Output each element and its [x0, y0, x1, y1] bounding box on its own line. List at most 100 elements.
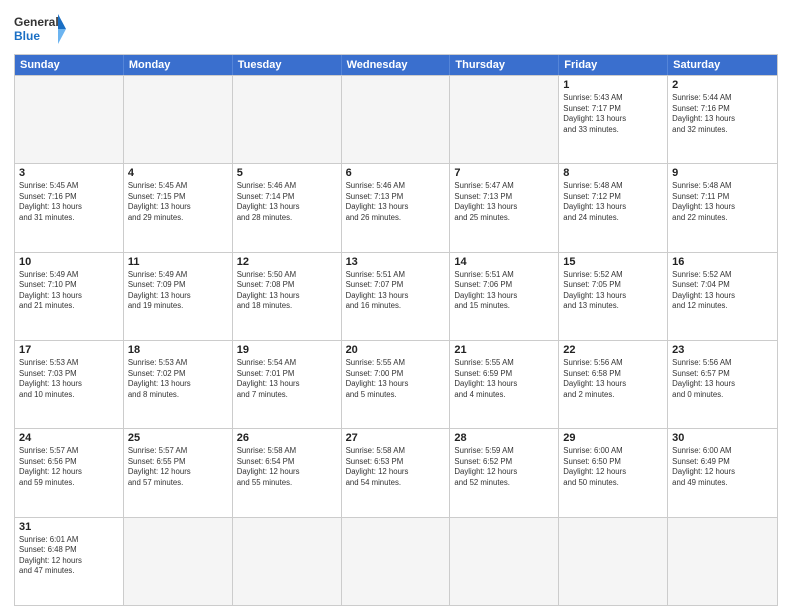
calendar-row-5: 31 Sunrise: 6:01 AM Sunset: 6:48 PM Dayli… [15, 517, 777, 605]
header-monday: Monday [124, 55, 233, 75]
day-number: 9 [672, 167, 773, 179]
day-31: 31 Sunrise: 6:01 AM Sunset: 6:48 PM Dayli… [15, 518, 124, 605]
day-number: 12 [237, 256, 337, 268]
day-14: 14Sunrise: 5:51 AM Sunset: 7:06 PM Dayli… [450, 253, 559, 340]
day-26: 26 Sunrise: 5:58 AM Sunset: 6:54 PM Dayli… [233, 429, 342, 516]
day-number: 17 [19, 344, 119, 356]
empty-cell-5-2 [233, 518, 342, 605]
day-info: Sunrise: 5:44 AM Sunset: 7:16 PM Dayligh… [672, 93, 773, 135]
calendar-body: 1 Sunrise: 5:43 AM Sunset: 7:17 PM Daylig… [15, 75, 777, 605]
day-info: Sunrise: 6:00 AM Sunset: 6:49 PM Dayligh… [672, 446, 773, 488]
day-number: 10 [19, 256, 119, 268]
day-18: 18Sunrise: 5:53 AM Sunset: 7:02 PM Dayli… [124, 341, 233, 428]
day-info: Sunrise: 5:58 AM Sunset: 6:54 PM Dayligh… [237, 446, 337, 488]
day-19: 19 Sunrise: 5:54 AM Sunset: 7:01 PM Dayli… [233, 341, 342, 428]
day-number: 16 [672, 256, 773, 268]
day-info: Sunrise: 5:50 AM Sunset: 7:08 PM Dayligh… [237, 270, 337, 312]
day-number: 15 [563, 256, 663, 268]
day-10: 10 Sunrise: 5:49 AM Sunset: 7:10 PM Dayli… [15, 253, 124, 340]
day-info: Sunrise: 5:52 AM Sunset: 7:05 PM Dayligh… [563, 270, 663, 312]
day-info: Sunrise: 5:47 AM Sunset: 7:13 PM Dayligh… [454, 181, 554, 223]
day-20: 20 Sunrise: 5:55 AM Sunset: 7:00 PM Dayli… [342, 341, 451, 428]
day-30: 30 Sunrise: 6:00 AM Sunset: 6:49 PM Dayli… [668, 429, 777, 516]
header-saturday: Saturday [668, 55, 777, 75]
empty-cell-5-6 [668, 518, 777, 605]
day-number: 7 [454, 167, 554, 179]
calendar-row-2: 10 Sunrise: 5:49 AM Sunset: 7:10 PM Dayli… [15, 252, 777, 340]
day-2: 2 Sunrise: 5:44 AM Sunset: 7:16 PM Daylig… [668, 76, 777, 163]
day-7: 7 Sunrise: 5:47 AM Sunset: 7:13 PM Daylig… [450, 164, 559, 251]
day-21: 21Sunrise: 5:55 AM Sunset: 6:59 PM Dayli… [450, 341, 559, 428]
calendar: SundayMondayTuesdayWednesdayThursdayFrid… [14, 54, 778, 606]
header-wednesday: Wednesday [342, 55, 451, 75]
day-info: Sunrise: 5:45 AM Sunset: 7:15 PM Dayligh… [128, 181, 228, 223]
day-info: Sunrise: 5:43 AM Sunset: 7:17 PM Dayligh… [563, 93, 663, 135]
day-number: 2 [672, 79, 773, 91]
day-12: 12 Sunrise: 5:50 AM Sunset: 7:08 PM Dayli… [233, 253, 342, 340]
day-number: 11 [128, 256, 228, 268]
day-3: 3 Sunrise: 5:45 AM Sunset: 7:16 PM Daylig… [15, 164, 124, 251]
day-info: Sunrise: 5:59 AM Sunset: 6:52 PM Dayligh… [454, 446, 554, 488]
empty-cell-0-4 [450, 76, 559, 163]
day-number: 31 [19, 521, 119, 533]
day-number: 23 [672, 344, 773, 356]
day-number: 19 [237, 344, 337, 356]
day-number: 3 [19, 167, 119, 179]
day-13: 13Sunrise: 5:51 AM Sunset: 7:07 PM Dayli… [342, 253, 451, 340]
day-number: 25 [128, 432, 228, 444]
day-number: 24 [19, 432, 119, 444]
day-info: Sunrise: 5:49 AM Sunset: 7:10 PM Dayligh… [19, 270, 119, 312]
day-23: 23Sunrise: 5:56 AM Sunset: 6:57 PM Dayli… [668, 341, 777, 428]
day-info: Sunrise: 5:51 AM Sunset: 7:07 PM Dayligh… [346, 270, 446, 312]
day-info: Sunrise: 6:00 AM Sunset: 6:50 PM Dayligh… [563, 446, 663, 488]
empty-cell-0-2 [233, 76, 342, 163]
empty-cell-5-3 [342, 518, 451, 605]
day-info: Sunrise: 6:01 AM Sunset: 6:48 PM Dayligh… [19, 535, 119, 577]
day-16: 16 Sunrise: 5:52 AM Sunset: 7:04 PM Dayli… [668, 253, 777, 340]
logo: General Blue [14, 10, 66, 48]
header-sunday: Sunday [15, 55, 124, 75]
day-info: Sunrise: 5:48 AM Sunset: 7:12 PM Dayligh… [563, 181, 663, 223]
day-info: Sunrise: 5:53 AM Sunset: 7:03 PM Dayligh… [19, 358, 119, 400]
day-info: Sunrise: 5:57 AM Sunset: 6:56 PM Dayligh… [19, 446, 119, 488]
calendar-row-0: 1 Sunrise: 5:43 AM Sunset: 7:17 PM Daylig… [15, 75, 777, 163]
day-1: 1 Sunrise: 5:43 AM Sunset: 7:17 PM Daylig… [559, 76, 668, 163]
day-number: 6 [346, 167, 446, 179]
day-number: 20 [346, 344, 446, 356]
calendar-row-4: 24 Sunrise: 5:57 AM Sunset: 6:56 PM Dayli… [15, 428, 777, 516]
day-29: 29 Sunrise: 6:00 AM Sunset: 6:50 PM Dayli… [559, 429, 668, 516]
day-24: 24 Sunrise: 5:57 AM Sunset: 6:56 PM Dayli… [15, 429, 124, 516]
day-15: 15 Sunrise: 5:52 AM Sunset: 7:05 PM Dayli… [559, 253, 668, 340]
svg-text:General: General [14, 15, 59, 29]
empty-cell-5-1 [124, 518, 233, 605]
day-number: 30 [672, 432, 773, 444]
day-info: Sunrise: 5:58 AM Sunset: 6:53 PM Dayligh… [346, 446, 446, 488]
day-number: 29 [563, 432, 663, 444]
day-number: 22 [563, 344, 663, 356]
day-info: Sunrise: 5:46 AM Sunset: 7:13 PM Dayligh… [346, 181, 446, 223]
day-info: Sunrise: 5:54 AM Sunset: 7:01 PM Dayligh… [237, 358, 337, 400]
day-6: 6 Sunrise: 5:46 AM Sunset: 7:13 PM Daylig… [342, 164, 451, 251]
day-11: 11Sunrise: 5:49 AM Sunset: 7:09 PM Dayli… [124, 253, 233, 340]
day-number: 1 [563, 79, 663, 91]
day-info: Sunrise: 5:55 AM Sunset: 7:00 PM Dayligh… [346, 358, 446, 400]
calendar-header: SundayMondayTuesdayWednesdayThursdayFrid… [15, 55, 777, 75]
day-number: 28 [454, 432, 554, 444]
day-info: Sunrise: 5:45 AM Sunset: 7:16 PM Dayligh… [19, 181, 119, 223]
day-info: Sunrise: 5:57 AM Sunset: 6:55 PM Dayligh… [128, 446, 228, 488]
header-thursday: Thursday [450, 55, 559, 75]
day-25: 25 Sunrise: 5:57 AM Sunset: 6:55 PM Dayli… [124, 429, 233, 516]
day-info: Sunrise: 5:52 AM Sunset: 7:04 PM Dayligh… [672, 270, 773, 312]
day-22: 22Sunrise: 5:56 AM Sunset: 6:58 PM Dayli… [559, 341, 668, 428]
empty-cell-0-3 [342, 76, 451, 163]
calendar-row-3: 17 Sunrise: 5:53 AM Sunset: 7:03 PM Dayli… [15, 340, 777, 428]
day-5: 5Sunrise: 5:46 AM Sunset: 7:14 PM Daylig… [233, 164, 342, 251]
header-friday: Friday [559, 55, 668, 75]
day-number: 26 [237, 432, 337, 444]
day-info: Sunrise: 5:46 AM Sunset: 7:14 PM Dayligh… [237, 181, 337, 223]
day-number: 14 [454, 256, 554, 268]
day-info: Sunrise: 5:48 AM Sunset: 7:11 PM Dayligh… [672, 181, 773, 223]
day-number: 27 [346, 432, 446, 444]
day-info: Sunrise: 5:53 AM Sunset: 7:02 PM Dayligh… [128, 358, 228, 400]
day-27: 27 Sunrise: 5:58 AM Sunset: 6:53 PM Dayli… [342, 429, 451, 516]
